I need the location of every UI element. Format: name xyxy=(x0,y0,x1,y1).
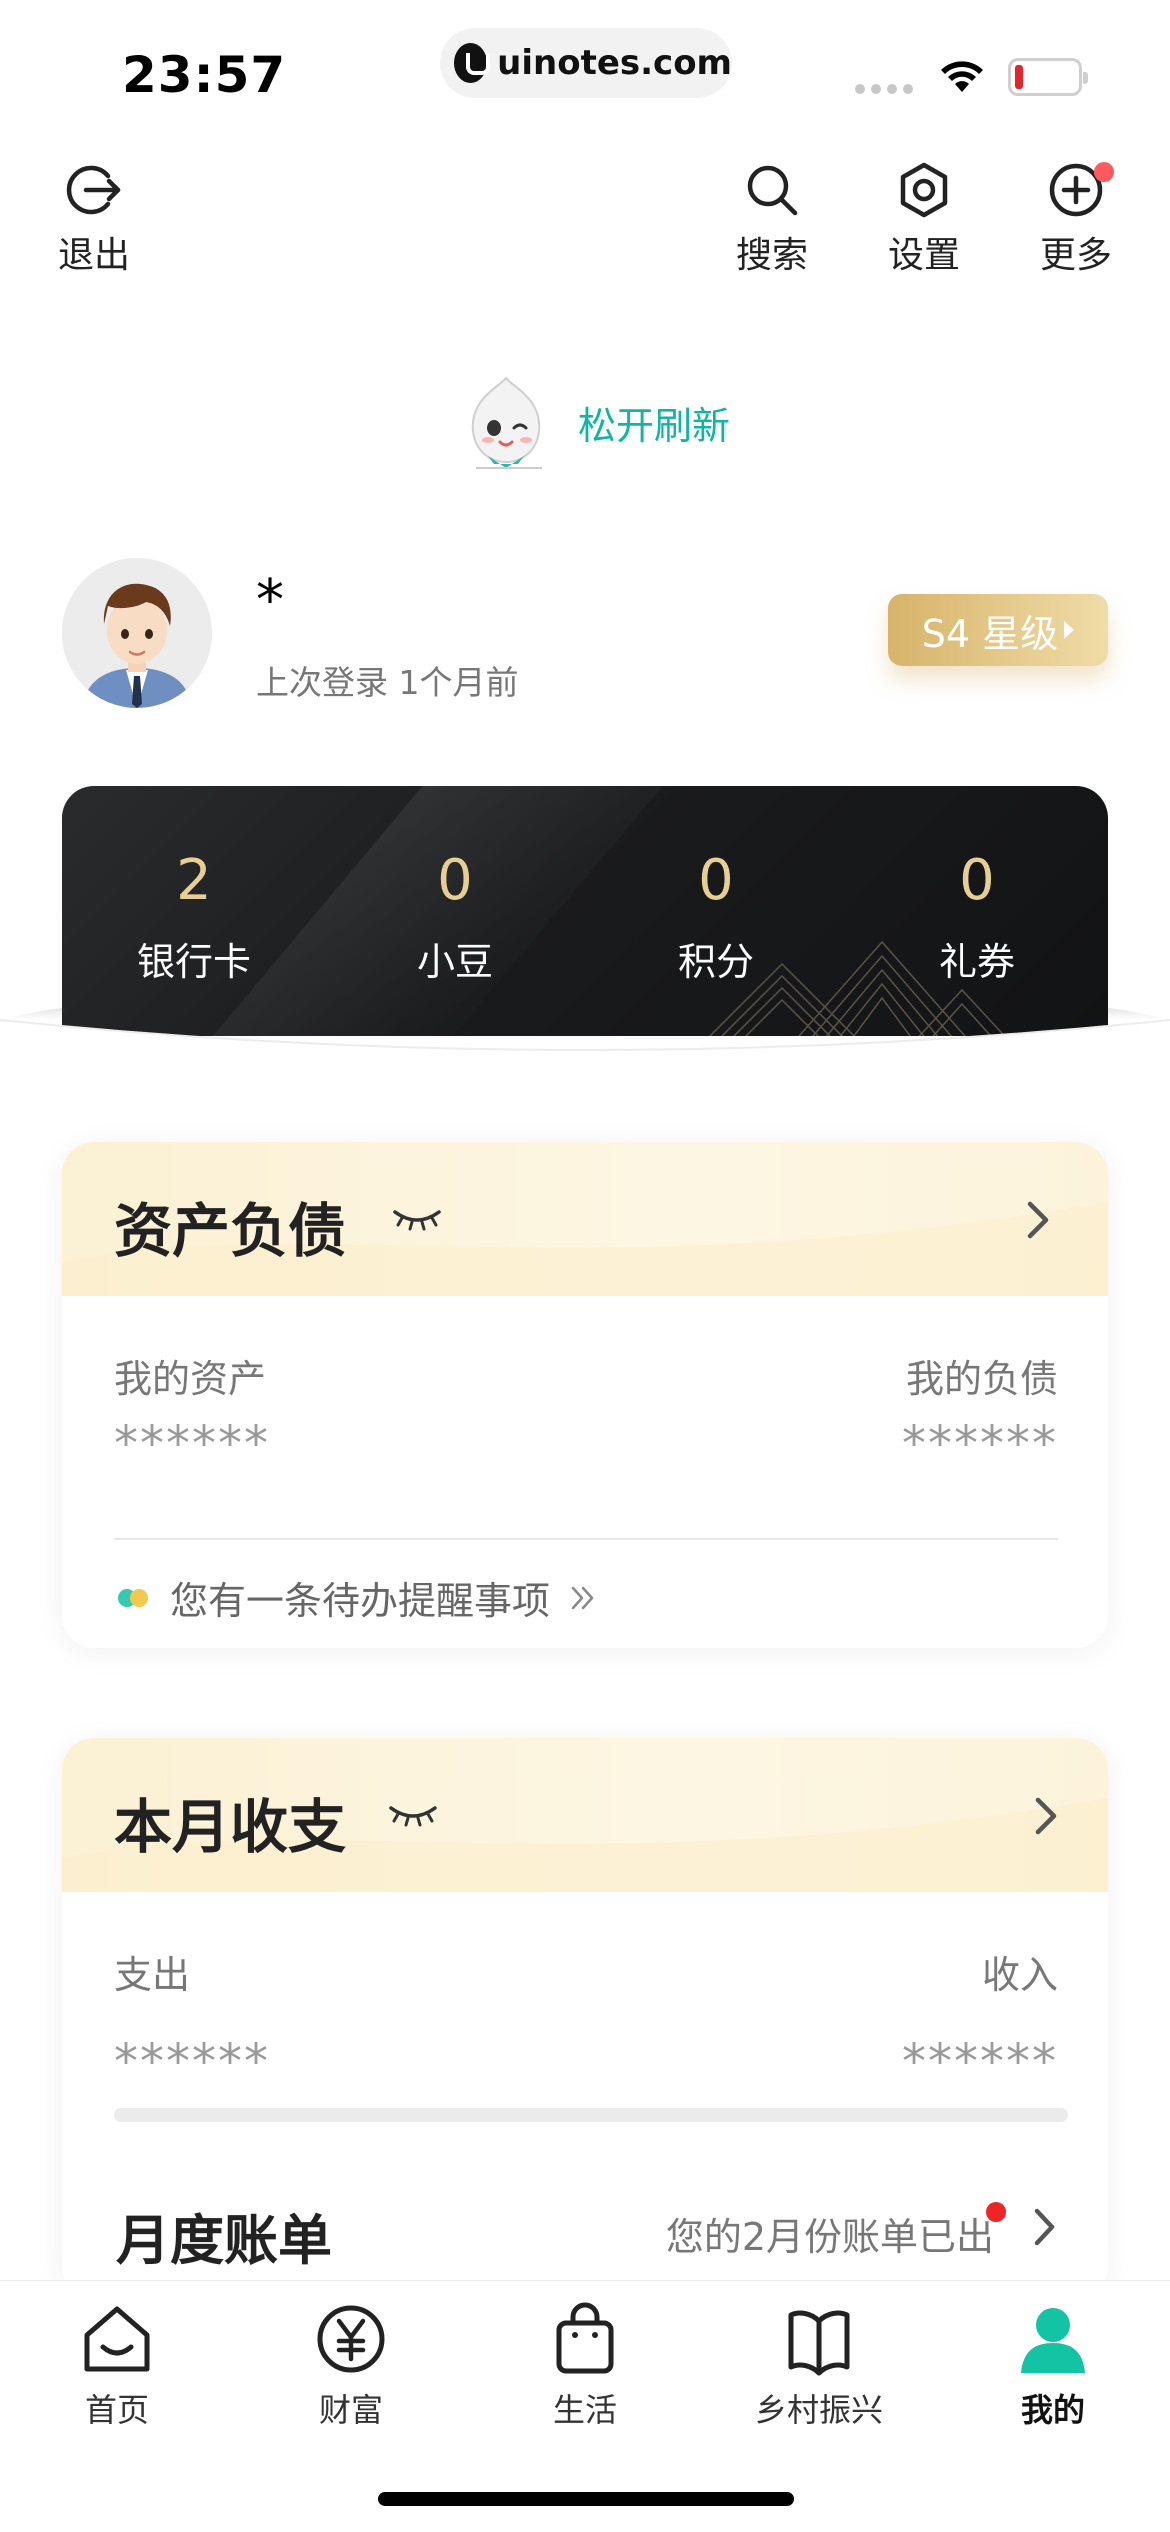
assets-value: ****** xyxy=(114,1416,270,1472)
site-logo-icon xyxy=(454,43,491,83)
eye-closed-icon[interactable] xyxy=(388,1800,438,1830)
refresh-text: 松开刷新 xyxy=(578,403,731,448)
level-label: S4 星级 xyxy=(921,611,1059,656)
monthly-income-expense-card[interactable]: 本月收支 支出 收入 ****** ****** 月度账单 您的2月份账单已出 xyxy=(62,1738,1108,2298)
income-expense-bar xyxy=(114,2108,1068,2122)
status-bar: 23:57 uinotes.com xyxy=(0,0,1170,130)
wifi-icon xyxy=(941,61,983,92)
status-time: 23:57 xyxy=(122,46,287,104)
stat-beans[interactable]: 0 小豆 xyxy=(335,848,575,986)
stat-points[interactable]: 0 积分 xyxy=(596,848,836,986)
my-liabilities-label: 我的负债 xyxy=(905,1357,1058,1401)
stat-value: 0 xyxy=(959,848,995,913)
home-indicator[interactable] xyxy=(378,2492,794,2506)
card-title: 资产负债 xyxy=(114,1197,347,1265)
tab-life[interactable]: 生活 xyxy=(485,2301,685,2431)
settings-label: 设置 xyxy=(887,235,960,276)
income-value: ****** xyxy=(902,2034,1058,2090)
search-button[interactable]: 搜索 xyxy=(722,160,822,278)
liabilities-value: ****** xyxy=(902,1416,1058,1472)
logout-icon xyxy=(66,165,121,215)
mascot-icon xyxy=(471,376,542,469)
stat-value: 2 xyxy=(176,848,212,913)
my-assets-label: 我的资产 xyxy=(114,1357,267,1401)
gear-icon xyxy=(900,162,948,218)
notification-dot xyxy=(1094,162,1114,182)
triangle-right-icon xyxy=(1064,621,1075,639)
stat-label: 积分 xyxy=(677,940,754,984)
stat-coupons[interactable]: 0 礼券 xyxy=(857,848,1097,986)
stat-bank-cards[interactable]: 2 银行卡 xyxy=(74,848,314,986)
card-title: 本月收支 xyxy=(114,1793,347,1861)
divider xyxy=(114,1538,1058,1540)
stat-value: 0 xyxy=(698,848,734,913)
eye-closed-icon[interactable] xyxy=(392,1204,442,1234)
tab-label: 首页 xyxy=(84,2391,149,2429)
more-label: 更多 xyxy=(1039,235,1112,276)
shopping-bag-icon xyxy=(556,2302,614,2374)
stat-label: 小豆 xyxy=(416,940,493,984)
last-login-text: 上次登录 1个月前 xyxy=(256,663,519,702)
tab-label: 生活 xyxy=(552,2391,617,2429)
tab-label: 财富 xyxy=(318,2391,383,2429)
card-header[interactable]: 本月收支 xyxy=(62,1738,1108,1892)
battery-icon xyxy=(1008,58,1088,96)
stat-label: 礼券 xyxy=(938,940,1015,984)
tab-wealth[interactable]: 财富 xyxy=(251,2301,451,2431)
bill-notification-dot xyxy=(986,2202,1006,2222)
logout-label: 退出 xyxy=(57,235,130,276)
stat-value: 0 xyxy=(437,848,473,913)
tab-home[interactable]: 首页 xyxy=(17,2301,217,2431)
tab-label: 乡村振兴 xyxy=(754,2391,883,2429)
assets-liabilities-card[interactable]: 资产负债 我的资产 我的负债 ****** ****** 您有一条待办提醒事项 xyxy=(62,1142,1108,1648)
settings-button[interactable]: 设置 xyxy=(874,160,974,278)
search-label: 搜索 xyxy=(735,235,808,276)
monthly-bill-title[interactable]: 月度账单 xyxy=(116,2196,332,2275)
cellular-signal-icon xyxy=(855,84,913,94)
tab-label: 我的 xyxy=(1020,2391,1085,2429)
avatar[interactable] xyxy=(62,558,212,708)
home-icon xyxy=(84,2306,150,2372)
expense-value: ****** xyxy=(114,2034,270,2090)
pull-refresh-indicator: 松开刷新 xyxy=(458,372,730,472)
chevron-right-icon[interactable] xyxy=(1032,1794,1060,1838)
avatar-illustration-icon xyxy=(62,558,212,708)
tab-mine[interactable]: 我的 xyxy=(953,2301,1153,2431)
book-icon xyxy=(788,2310,850,2376)
username: * xyxy=(256,568,284,633)
double-chevron-icon xyxy=(571,1586,594,1609)
todo-reminder[interactable]: 您有一条待办提醒事项 xyxy=(118,1570,596,1625)
curve-divider xyxy=(0,1008,1170,1110)
stat-label: 银行卡 xyxy=(136,940,251,984)
more-button[interactable]: 更多 xyxy=(1026,160,1126,278)
reminder-text: 您有一条待办提醒事项 xyxy=(170,1579,551,1623)
logout-button[interactable]: 退出 xyxy=(44,160,144,278)
chevron-right-icon[interactable] xyxy=(1024,1198,1052,1242)
income-label: 收入 xyxy=(981,1953,1058,1997)
person-icon xyxy=(1021,2308,1085,2373)
tab-rural-revitalization[interactable]: 乡村振兴 xyxy=(719,2301,919,2431)
card-header[interactable]: 资产负债 xyxy=(62,1142,1108,1296)
url-text: uinotes.com xyxy=(497,43,732,83)
status-dots-icon xyxy=(118,1588,150,1607)
bill-status-text[interactable]: 您的2月份账单已出 xyxy=(666,2206,994,2261)
yen-icon xyxy=(317,2305,385,2373)
search-icon xyxy=(747,165,798,216)
expense-label: 支出 xyxy=(114,1953,191,1997)
url-pill[interactable]: uinotes.com xyxy=(440,28,732,98)
chevron-right-icon[interactable] xyxy=(1032,2206,1058,2248)
level-badge[interactable]: S4 星级 xyxy=(888,594,1108,666)
